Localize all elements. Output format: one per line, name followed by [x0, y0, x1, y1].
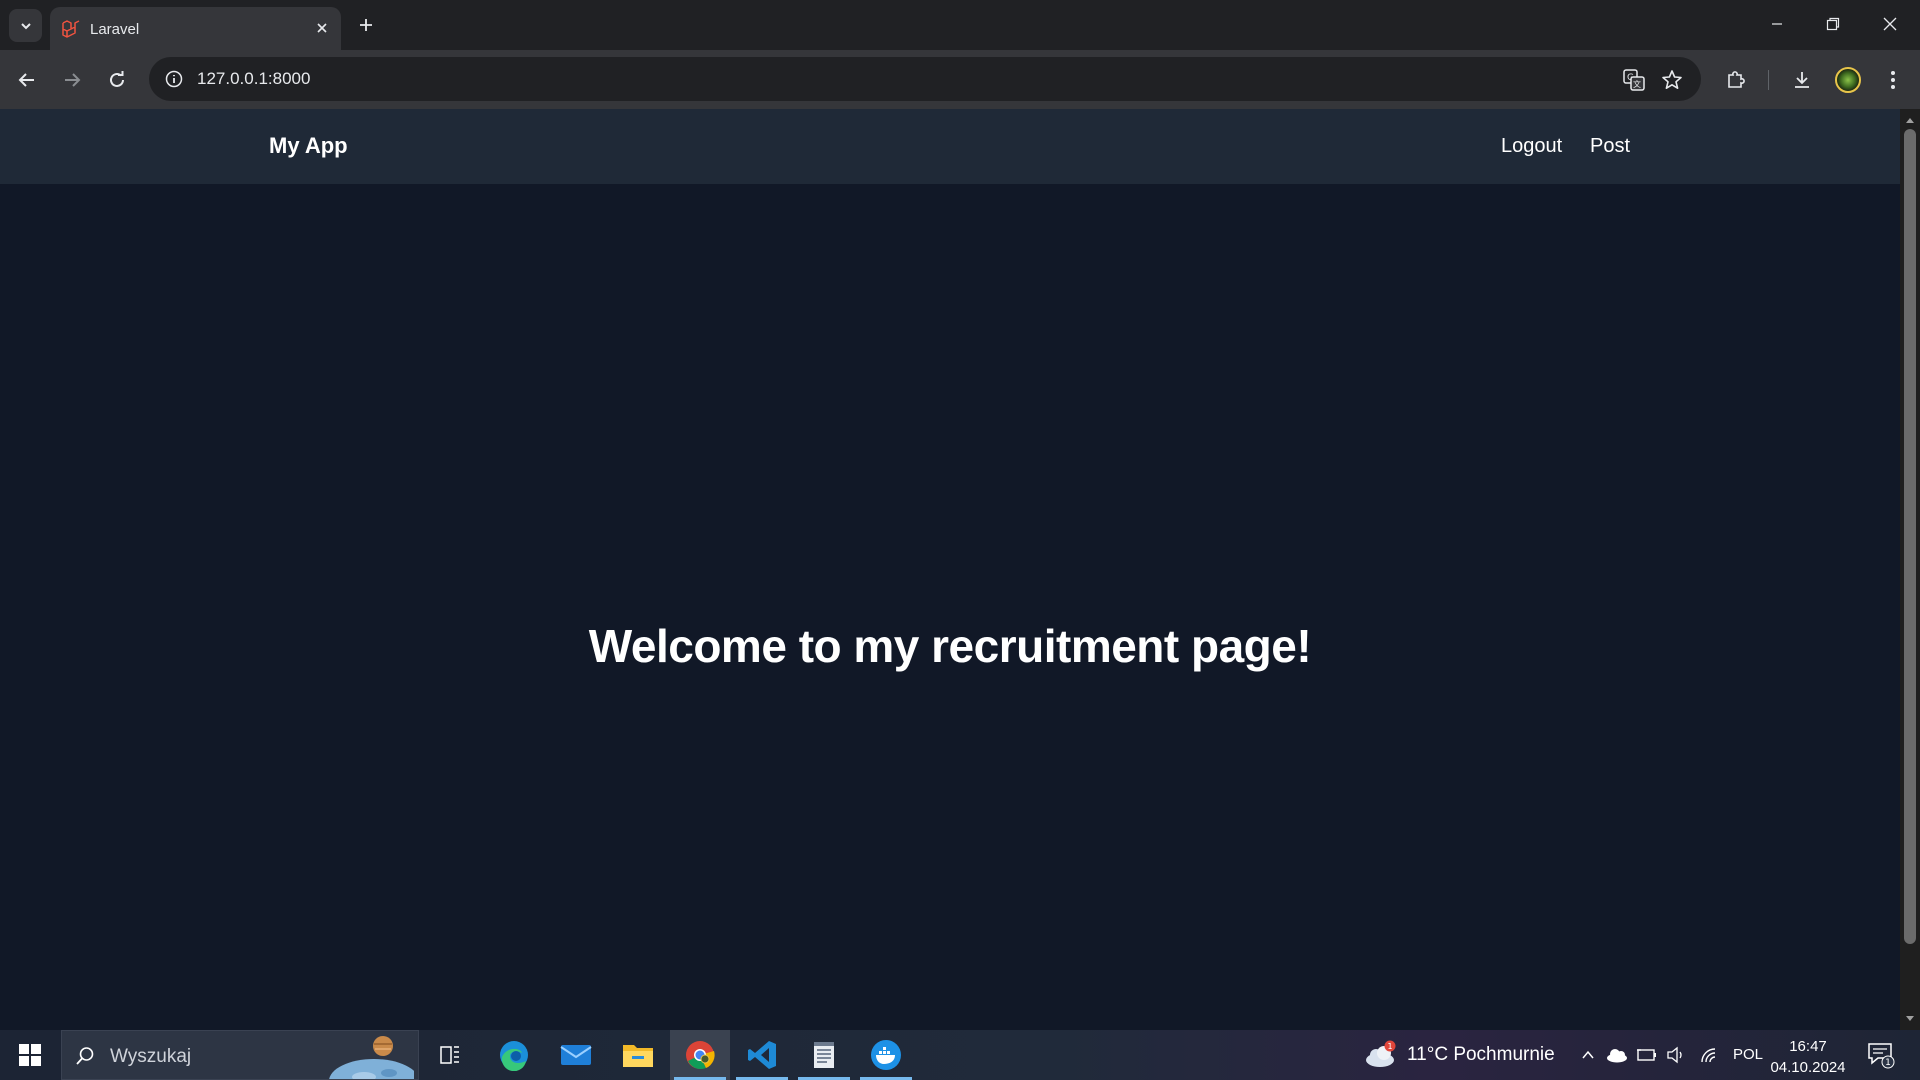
forward-button[interactable]	[56, 64, 88, 96]
vscode-icon	[748, 1041, 776, 1069]
page-viewport: My App Logout Post Welcome to my recruit…	[0, 109, 1900, 1030]
start-button[interactable]	[0, 1030, 60, 1080]
toolbar-divider	[1768, 70, 1769, 90]
wifi-icon	[1701, 1048, 1716, 1063]
url-text: 127.0.0.1:8000	[197, 69, 311, 88]
browser-toolbar: 127.0.0.1:8000 G文	[0, 50, 1920, 109]
translate-icon: G文	[1623, 69, 1645, 91]
onedrive-cloud-icon	[1607, 1049, 1627, 1063]
battery-icon	[1637, 1049, 1656, 1061]
restore-icon	[1826, 17, 1840, 31]
close-icon	[1883, 17, 1897, 31]
brand-link[interactable]: My App	[269, 133, 348, 159]
puzzle-icon	[1728, 71, 1745, 88]
file-explorer-icon	[623, 1045, 653, 1067]
close-window-button[interactable]	[1862, 0, 1918, 48]
search-placeholder: Wyszukaj	[110, 1046, 192, 1067]
profile-avatar[interactable]	[1835, 67, 1861, 93]
taskbar-chrome[interactable]	[670, 1030, 730, 1080]
browser-tab[interactable]: Laravel	[50, 7, 341, 50]
minimize-icon	[1772, 23, 1782, 25]
mail-icon	[560, 1045, 592, 1065]
tab-close-button[interactable]	[311, 17, 333, 39]
chevron-up-icon	[1582, 1050, 1594, 1059]
scrollbar-thumb[interactable]	[1904, 129, 1916, 944]
site-info-button[interactable]	[162, 67, 186, 91]
tray-volume[interactable]	[1664, 1043, 1688, 1067]
plus-icon	[360, 19, 372, 31]
search-highlight-illustration	[329, 1036, 414, 1079]
browser-tab-strip: Laravel	[0, 0, 1920, 50]
download-icon	[1795, 72, 1809, 88]
address-bar[interactable]: 127.0.0.1:8000 G文	[149, 57, 1701, 101]
taskbar-task-view[interactable]	[420, 1030, 480, 1080]
kebab-menu-icon	[1891, 71, 1895, 89]
laravel-icon	[62, 20, 80, 38]
taskbar-mail[interactable]	[546, 1030, 606, 1080]
info-icon	[165, 70, 183, 88]
notification-center-button[interactable]: 1	[1866, 1040, 1896, 1070]
taskbar-vscode[interactable]	[732, 1030, 792, 1080]
tray-network[interactable]	[1697, 1043, 1721, 1067]
clock-time: 16:47	[1789, 1038, 1827, 1055]
arrow-right-icon	[65, 73, 81, 87]
notification-icon: 1	[1868, 1043, 1895, 1069]
search-icon	[74, 1045, 96, 1067]
notification-count: 1	[1885, 1058, 1891, 1068]
chevron-down-icon	[20, 22, 31, 29]
edge-icon	[500, 1041, 528, 1071]
tab-search-button[interactable]	[9, 9, 42, 42]
windows-logo-icon	[19, 1044, 41, 1066]
back-button[interactable]	[11, 64, 43, 96]
browser-menu-button[interactable]	[1877, 64, 1909, 96]
reload-icon	[110, 71, 124, 87]
restore-button[interactable]	[1805, 0, 1861, 48]
tray-battery[interactable]	[1635, 1043, 1659, 1067]
windows-taskbar: Wyszukaj 1 11°C Pochmurnie POL 16:47 04.…	[0, 1030, 1920, 1080]
nav-link-logout[interactable]: Logout	[1501, 135, 1562, 158]
site-navbar: My App Logout Post	[0, 109, 1900, 184]
cloud-icon: 1	[1366, 1040, 1396, 1067]
docker-icon	[871, 1040, 901, 1070]
vertical-scrollbar[interactable]	[1900, 109, 1920, 1030]
taskbar-edge[interactable]	[484, 1030, 544, 1080]
speaker-icon	[1667, 1046, 1682, 1064]
weather-badge: 1	[1387, 1042, 1392, 1051]
weather-widget[interactable]: 1 11°C Pochmurnie	[1363, 1030, 1555, 1080]
star-icon	[1662, 70, 1682, 89]
chrome-icon	[686, 1041, 715, 1070]
new-tab-button[interactable]	[352, 11, 380, 39]
taskbar-clock[interactable]: 16:47 04.10.2024	[1770, 1036, 1846, 1078]
nav-link-post[interactable]: Post	[1590, 135, 1630, 158]
page-heading: Welcome to my recruitment page!	[588, 620, 1312, 672]
taskbar-search-box[interactable]: Wyszukaj	[61, 1030, 419, 1080]
minimize-button[interactable]	[1749, 0, 1805, 48]
reload-button[interactable]	[101, 64, 133, 96]
taskbar-docker[interactable]	[856, 1030, 916, 1080]
show-hidden-icons-button[interactable]	[1576, 1043, 1600, 1067]
clock-date: 04.10.2024	[1770, 1059, 1846, 1076]
translate-button[interactable]: G文	[1621, 67, 1647, 93]
scroll-up-arrow-icon[interactable]	[1905, 115, 1915, 125]
task-view-icon	[440, 1046, 459, 1064]
weather-text: 11°C Pochmurnie	[1407, 1044, 1555, 1065]
bookmark-button[interactable]	[1659, 67, 1685, 93]
tray-onedrive[interactable]	[1605, 1043, 1629, 1067]
tab-title: Laravel	[90, 21, 140, 38]
arrow-left-icon	[18, 73, 34, 87]
close-icon	[317, 23, 327, 33]
taskbar-file-explorer[interactable]	[608, 1030, 668, 1080]
scroll-down-arrow-icon[interactable]	[1905, 1014, 1915, 1024]
extensions-button[interactable]	[1720, 64, 1752, 96]
svg-text:文: 文	[1633, 79, 1641, 89]
notepad-icon	[814, 1042, 834, 1068]
input-language[interactable]: POL	[1733, 1046, 1763, 1063]
taskbar-notepad[interactable]	[794, 1030, 854, 1080]
downloads-button[interactable]	[1786, 64, 1818, 96]
